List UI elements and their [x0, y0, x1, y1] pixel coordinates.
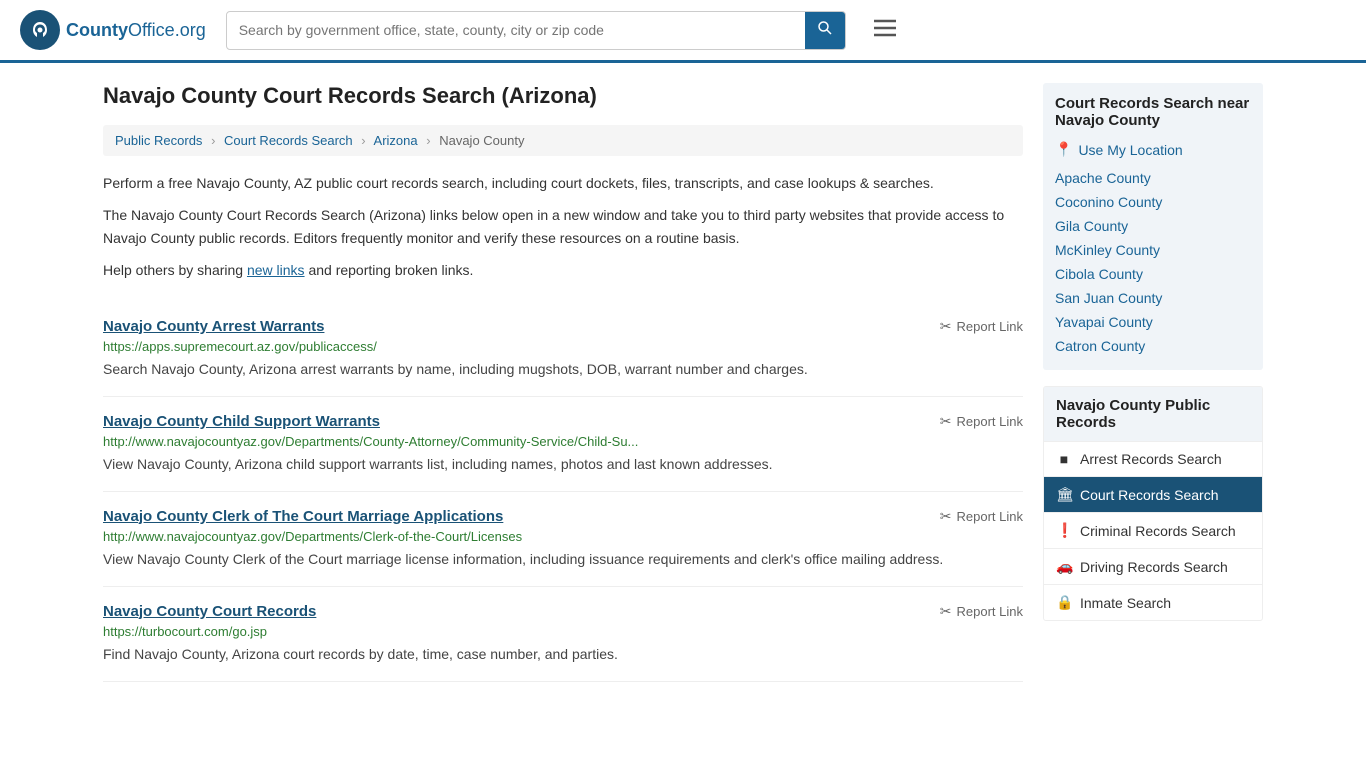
breadcrumb: Public Records › Court Records Search › …	[103, 125, 1023, 156]
breadcrumb-navajo-county: Navajo County	[439, 133, 524, 148]
logo-icon	[20, 10, 60, 50]
sidebar-nearby-section: Court Records Search near Navajo County …	[1043, 83, 1263, 370]
new-links-link[interactable]: new links	[247, 262, 305, 278]
result-desc-3: Find Navajo County, Arizona court record…	[103, 644, 1023, 665]
result-item-1: Navajo County Child Support Warrants ✂ R…	[103, 397, 1023, 492]
sidebar-link-mckinley-county[interactable]: McKinley County	[1055, 238, 1251, 262]
sidebar-record-criminal[interactable]: ❗ Criminal Records Search	[1044, 512, 1262, 548]
sidebar-public-records-title: Navajo County Public Records	[1044, 387, 1262, 441]
result-desc-1: View Navajo County, Arizona child suppor…	[103, 454, 1023, 475]
report-icon-1: ✂	[940, 413, 952, 430]
breadcrumb-public-records[interactable]: Public Records	[115, 133, 202, 148]
sidebar-nearby-title: Court Records Search near Navajo County	[1055, 95, 1251, 129]
report-link-1[interactable]: ✂ Report Link	[940, 413, 1023, 430]
sidebar-record-inmate[interactable]: 🔒 Inmate Search	[1044, 584, 1262, 620]
result-title-2[interactable]: Navajo County Clerk of The Court Marriag…	[103, 508, 503, 525]
menu-button[interactable]	[866, 13, 904, 47]
location-pin-icon: 📍	[1055, 141, 1072, 158]
logo-text: CountyOffice.org	[66, 20, 206, 41]
sidebar-link-coconino-county[interactable]: Coconino County	[1055, 190, 1251, 214]
page-title: Navajo County Court Records Search (Ariz…	[103, 83, 1023, 109]
result-item-0: Navajo County Arrest Warrants ✂ Report L…	[103, 302, 1023, 397]
result-title-1[interactable]: Navajo County Child Support Warrants	[103, 413, 380, 430]
result-url-2[interactable]: http://www.navajocountyaz.gov/Department…	[103, 529, 1023, 544]
share-text: Help others by sharing new links and rep…	[103, 259, 1023, 281]
logo[interactable]: CountyOffice.org	[20, 10, 206, 50]
report-link-2[interactable]: ✂ Report Link	[940, 508, 1023, 525]
sidebar-link-catron-county[interactable]: Catron County	[1055, 334, 1251, 358]
report-link-0[interactable]: ✂ Report Link	[940, 318, 1023, 335]
result-desc-2: View Navajo County Clerk of the Court ma…	[103, 549, 1023, 570]
breadcrumb-court-records-search[interactable]: Court Records Search	[224, 133, 353, 148]
report-icon-3: ✂	[940, 603, 952, 620]
sidebar-link-gila-county[interactable]: Gila County	[1055, 214, 1251, 238]
search-bar	[226, 11, 846, 50]
result-item-2: Navajo County Clerk of The Court Marriag…	[103, 492, 1023, 587]
sidebar-link-san-juan-county[interactable]: San Juan County	[1055, 286, 1251, 310]
use-my-location-link[interactable]: 📍 Use My Location	[1055, 141, 1251, 158]
breadcrumb-sep-2: ›	[361, 133, 365, 148]
result-title-3[interactable]: Navajo County Court Records	[103, 603, 316, 620]
result-title-0[interactable]: Navajo County Arrest Warrants	[103, 318, 324, 335]
sidebar: Court Records Search near Navajo County …	[1043, 83, 1263, 682]
description-2: The Navajo County Court Records Search (…	[103, 204, 1023, 249]
content-area: Navajo County Court Records Search (Ariz…	[103, 83, 1023, 682]
breadcrumb-sep-3: ›	[426, 133, 430, 148]
report-link-3[interactable]: ✂ Report Link	[940, 603, 1023, 620]
sidebar-public-records-section: Navajo County Public Records ■ Arrest Re…	[1043, 386, 1263, 621]
inmate-search-icon: 🔒	[1056, 594, 1072, 611]
criminal-records-icon: ❗	[1056, 522, 1072, 539]
results-list: Navajo County Arrest Warrants ✂ Report L…	[103, 302, 1023, 682]
arrest-records-icon: ■	[1056, 451, 1072, 467]
result-url-3[interactable]: https://turbocourt.com/go.jsp	[103, 624, 1023, 639]
sidebar-link-cibola-county[interactable]: Cibola County	[1055, 262, 1251, 286]
result-item-3: Navajo County Court Records ✂ Report Lin…	[103, 587, 1023, 682]
sidebar-link-yavapai-county[interactable]: Yavapai County	[1055, 310, 1251, 334]
result-url-1[interactable]: http://www.navajocountyaz.gov/Department…	[103, 434, 1023, 449]
report-icon-2: ✂	[940, 508, 952, 525]
sidebar-link-apache-county[interactable]: Apache County	[1055, 166, 1251, 190]
breadcrumb-sep-1: ›	[211, 133, 215, 148]
search-input[interactable]	[227, 14, 805, 46]
result-url-0[interactable]: https://apps.supremecourt.az.gov/publica…	[103, 339, 1023, 354]
breadcrumb-arizona[interactable]: Arizona	[374, 133, 418, 148]
description-1: Perform a free Navajo County, AZ public …	[103, 172, 1023, 194]
report-icon-0: ✂	[940, 318, 952, 335]
result-desc-0: Search Navajo County, Arizona arrest war…	[103, 359, 1023, 380]
sidebar-record-arrest[interactable]: ■ Arrest Records Search	[1044, 441, 1262, 476]
driving-records-icon: 🚗	[1056, 558, 1072, 575]
main-container: Navajo County Court Records Search (Ariz…	[83, 63, 1283, 702]
search-button[interactable]	[805, 12, 845, 49]
sidebar-record-court[interactable]: 🏛 Court Records Search	[1044, 476, 1262, 512]
header: CountyOffice.org	[0, 0, 1366, 63]
court-records-icon: 🏛	[1056, 486, 1072, 503]
sidebar-record-driving[interactable]: 🚗 Driving Records Search	[1044, 548, 1262, 584]
